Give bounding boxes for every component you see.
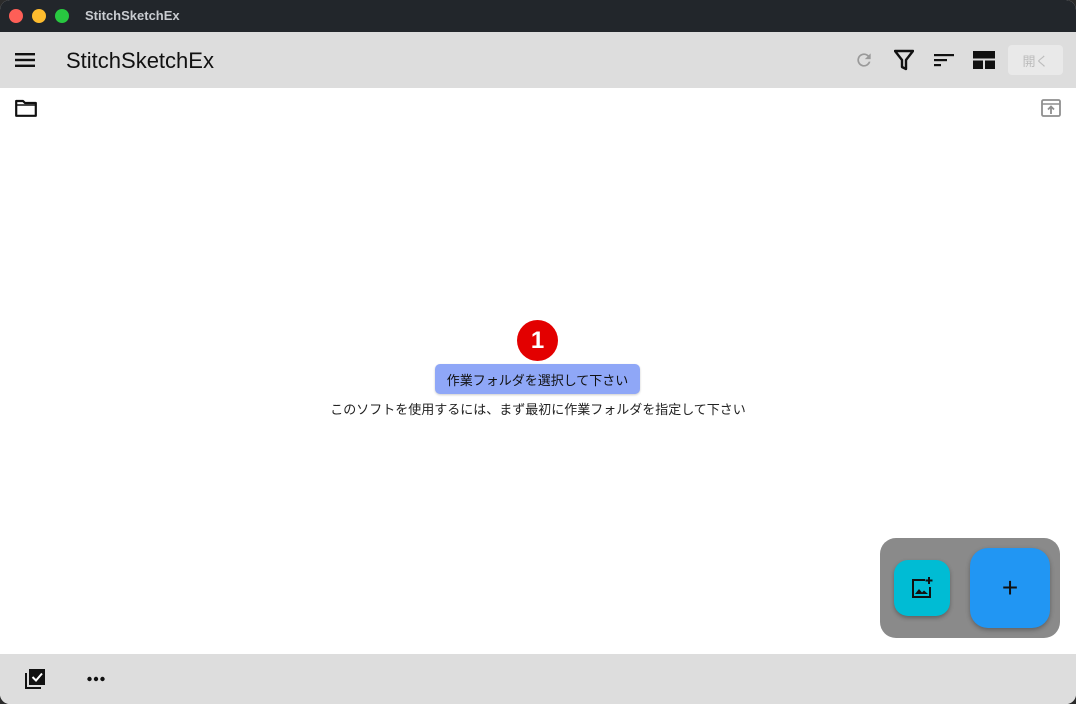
title-bar: StitchSketchEx bbox=[0, 0, 1076, 32]
add-image-button[interactable] bbox=[894, 560, 950, 616]
more-icon bbox=[87, 676, 105, 682]
fab-panel: + bbox=[880, 538, 1060, 638]
hint-text: このソフトを使用するには、まず最初に作業フォルダを指定して下さい bbox=[330, 402, 746, 417]
app-title: StitchSketchEx bbox=[66, 48, 214, 73]
maximize-window-button[interactable] bbox=[55, 9, 69, 23]
select-all-icon bbox=[25, 669, 45, 689]
layout-icon bbox=[973, 51, 995, 69]
open-button[interactable]: 開く bbox=[1008, 45, 1063, 75]
open-folder-button[interactable] bbox=[1039, 96, 1063, 120]
folder-icon bbox=[15, 99, 37, 117]
refresh-button[interactable] bbox=[852, 48, 876, 72]
refresh-icon bbox=[857, 53, 871, 67]
main-content: 1 作業フォルダを選択して下さい このソフトを使用するには、まず最初に作業フォル… bbox=[0, 88, 1076, 654]
select-all-button[interactable] bbox=[23, 667, 47, 691]
sort-button[interactable] bbox=[932, 48, 956, 72]
add-button[interactable]: + bbox=[970, 548, 1050, 628]
add-image-icon bbox=[912, 577, 933, 598]
menu-button[interactable] bbox=[13, 48, 37, 72]
menu-icon bbox=[15, 53, 35, 67]
open-folder-icon bbox=[1041, 99, 1061, 117]
filter-button[interactable] bbox=[892, 48, 916, 72]
folder-button[interactable] bbox=[14, 96, 38, 120]
minimize-window-button[interactable] bbox=[32, 9, 46, 23]
bottom-bar bbox=[0, 654, 1076, 704]
app-window: StitchSketchEx StitchSketchEx 開く 1 作業フォル… bbox=[0, 0, 1076, 704]
layout-button[interactable] bbox=[972, 48, 996, 72]
filter-icon bbox=[894, 49, 914, 71]
app-bar: StitchSketchEx 開く bbox=[0, 32, 1076, 88]
window-title: StitchSketchEx bbox=[85, 8, 180, 23]
more-button[interactable] bbox=[84, 667, 108, 691]
select-folder-button[interactable]: 作業フォルダを選択して下さい bbox=[435, 364, 640, 394]
step-badge: 1 bbox=[517, 320, 558, 361]
sort-icon bbox=[934, 54, 954, 67]
close-window-button[interactable] bbox=[9, 9, 23, 23]
